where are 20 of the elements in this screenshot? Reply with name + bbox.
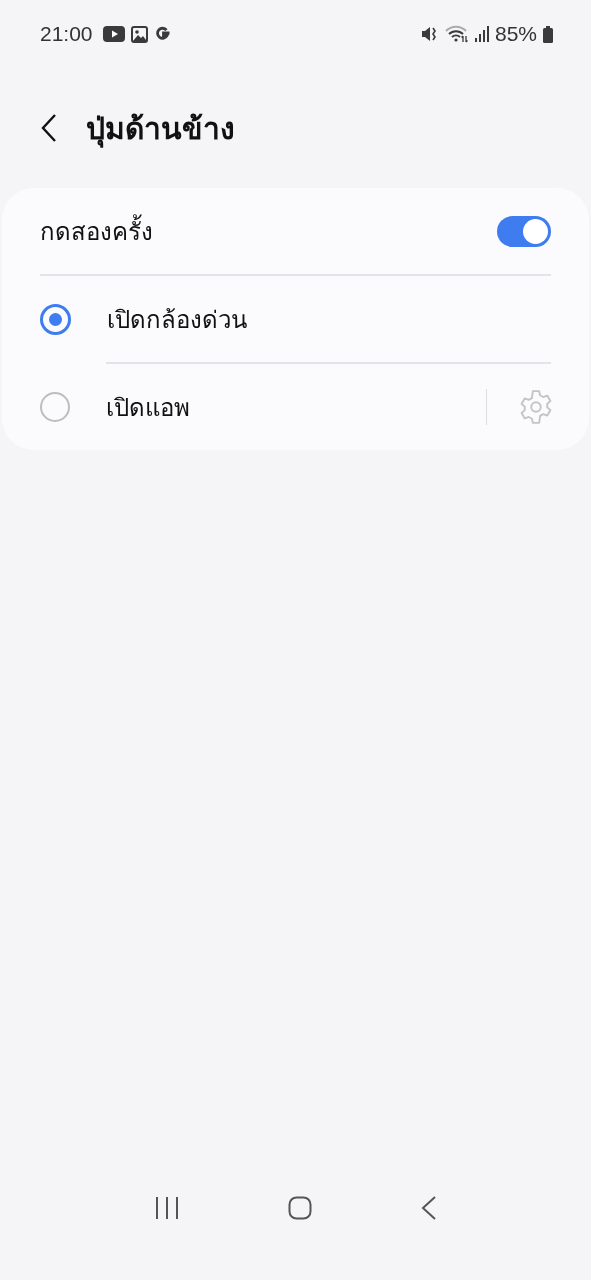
status-time: 21:00: [40, 22, 93, 46]
home-icon[interactable]: [288, 1196, 313, 1220]
signal-icon: [474, 26, 489, 42]
image-icon: [130, 25, 148, 43]
toggle-switch[interactable]: [497, 215, 551, 247]
mute-icon: [420, 25, 439, 43]
setting-label: กดสองครั้ง: [40, 211, 497, 251]
option-label[interactable]: เปิดแอพ: [106, 387, 486, 427]
back-icon[interactable]: [420, 1196, 437, 1220]
option-label[interactable]: เปิดกล้องด่วน: [107, 299, 551, 339]
video-play-icon: [102, 26, 125, 42]
battery-icon: [543, 25, 553, 43]
radio-button[interactable]: [40, 303, 71, 335]
radio-button[interactable]: [40, 392, 70, 422]
battery-percent: 85%: [494, 22, 537, 46]
recent-apps-icon[interactable]: [154, 1196, 181, 1220]
page-title: ปุ่มด้านข้าง: [86, 109, 235, 150]
back-icon[interactable]: [40, 113, 58, 143]
wifi-icon: [444, 25, 469, 43]
g-logo-icon: [153, 25, 172, 43]
